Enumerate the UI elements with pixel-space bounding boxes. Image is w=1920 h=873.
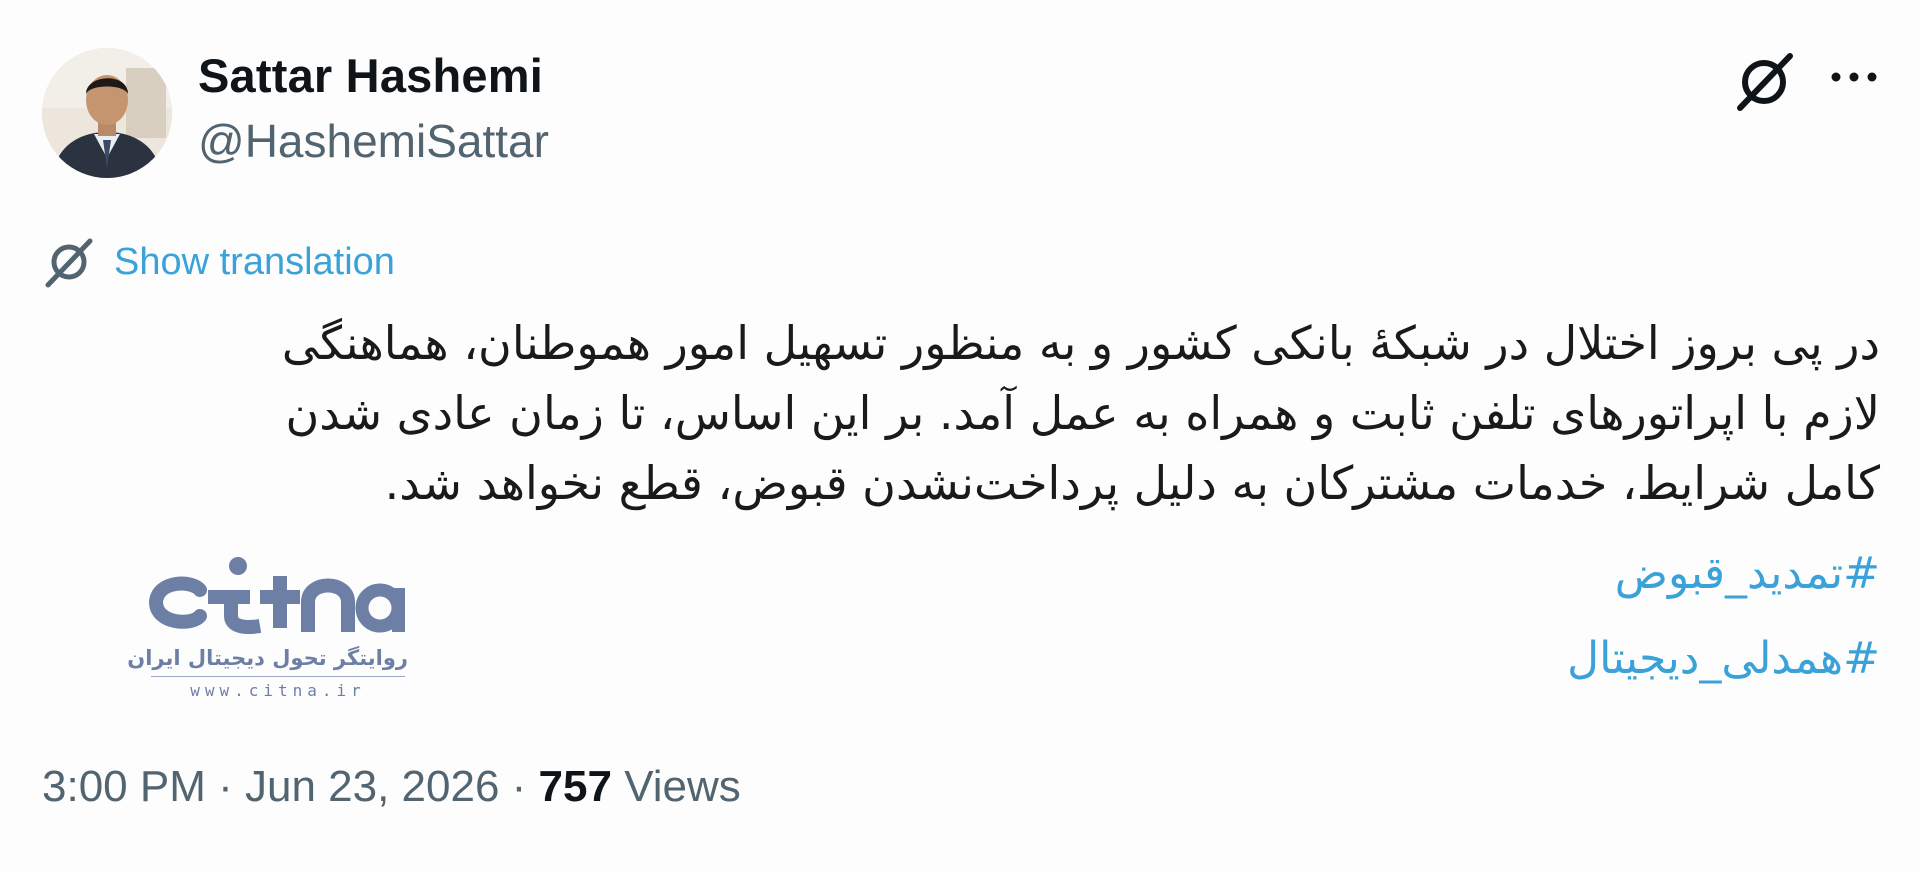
user-handle[interactable]: @HashemiSattar — [198, 114, 549, 168]
tweet-date[interactable]: Jun 23, 2026 — [245, 762, 499, 811]
views-label[interactable]: Views — [624, 762, 741, 811]
hashtag-link[interactable]: #تمدید_قبوض — [1615, 548, 1880, 599]
watermark-divider — [151, 676, 405, 677]
more-icon[interactable] — [1826, 60, 1882, 94]
hashtag-link[interactable]: #همدلی_دیجیتال — [1567, 633, 1880, 684]
tweet-text-line: کامل شرایط، خدمات مشترکان به دلیل پرداخت… — [384, 456, 1880, 510]
show-translation-button[interactable]: Show translation — [40, 234, 395, 290]
meta-separator: · — [499, 762, 539, 811]
grok-icon[interactable] — [1730, 48, 1798, 116]
avatar[interactable] — [42, 48, 172, 178]
watermark-url: www.citna.ir — [190, 681, 366, 700]
tweet-time[interactable]: 3:00 PM — [42, 762, 206, 811]
watermark-tagline: روایتگر تحول دیجیتال ایران — [127, 646, 408, 670]
citna-logo — [148, 557, 405, 634]
tweet-text-line: لازم با اپراتورهای تلفن ثابت و همراه به … — [285, 386, 1880, 440]
grok-icon — [45, 238, 93, 288]
tweet-meta: 3:00 PM · Jun 23, 2026 · 757 Views — [42, 762, 741, 812]
avatar-photo — [42, 48, 172, 178]
tweet-text: در پی بروز اختلال در شبکهٔ بانکی کشور و … — [60, 308, 1880, 518]
tweet-card: Sattar Hashemi @HashemiSattar Show trans… — [0, 0, 1920, 873]
display-name[interactable]: Sattar Hashemi — [198, 48, 543, 103]
meta-separator: · — [205, 762, 245, 811]
show-translation-label: Show translation — [114, 240, 395, 283]
views-count: 757 — [538, 762, 612, 811]
tweet-text-line: در پی بروز اختلال در شبکهٔ بانکی کشور و … — [281, 316, 1880, 370]
citna-watermark: روایتگر تحول دیجیتال ایران www.citna.ir — [127, 556, 408, 716]
